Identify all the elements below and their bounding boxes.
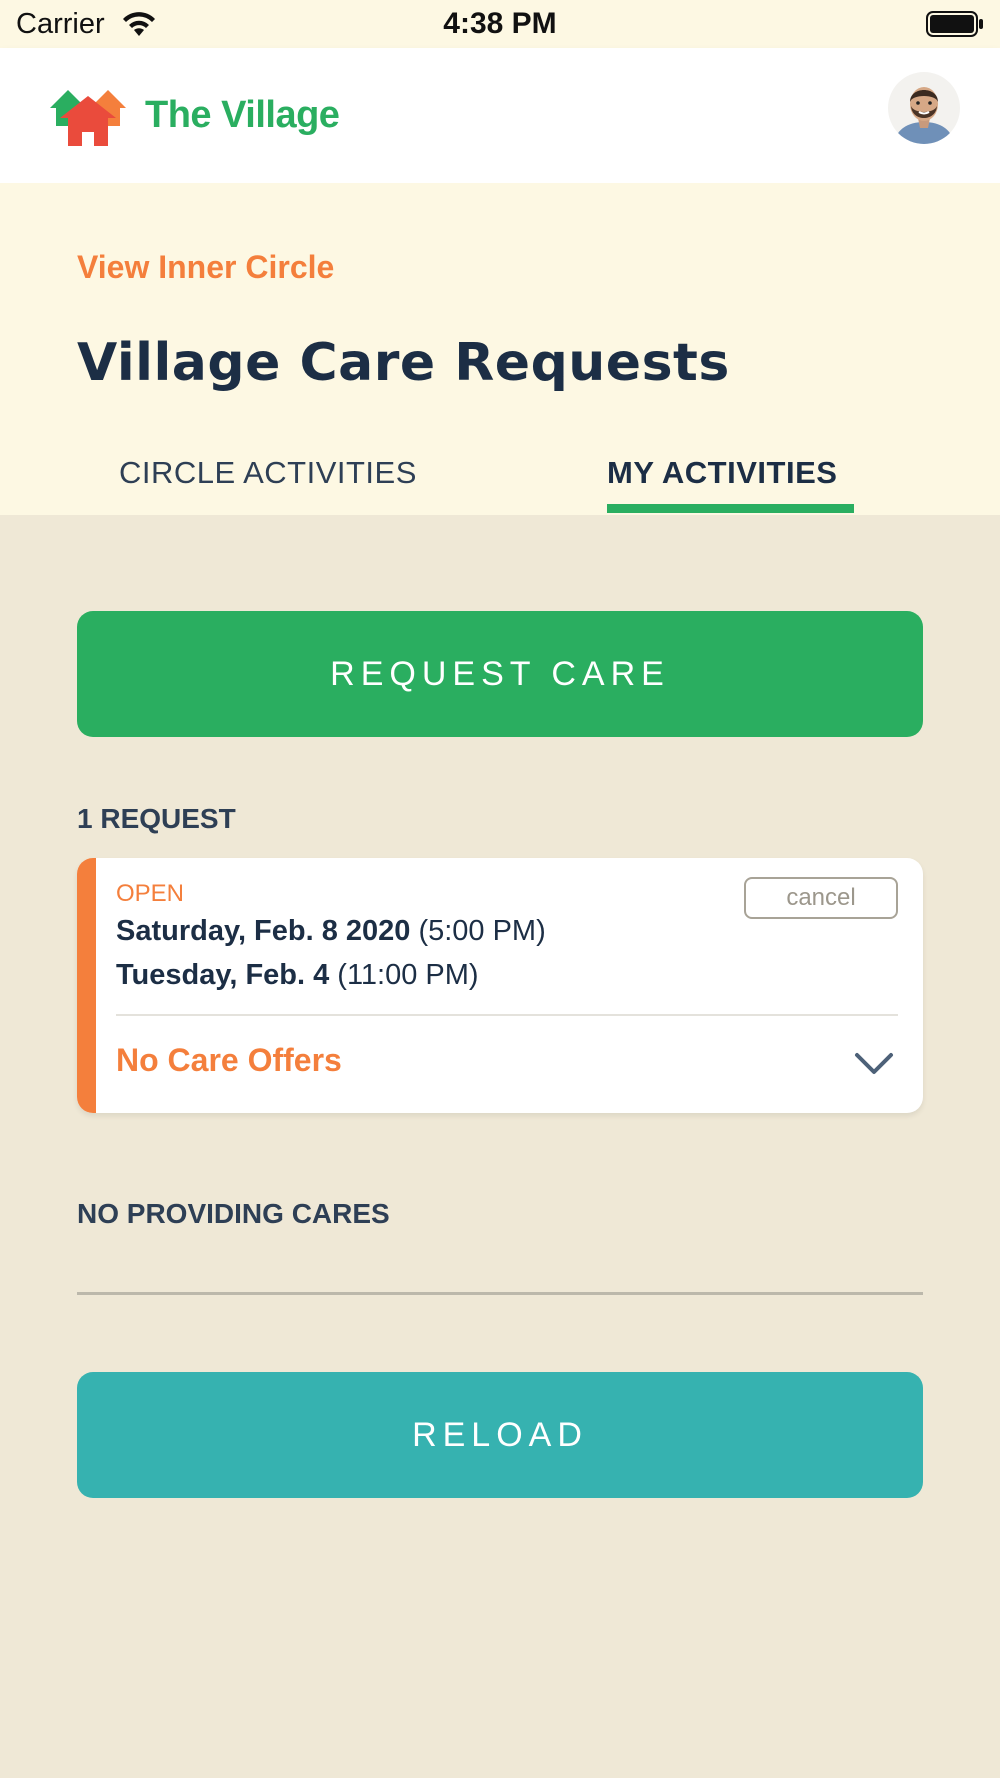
requests-header-section: View Inner Circle Village Care Requests … bbox=[0, 183, 1000, 515]
app-header: The Village bbox=[0, 48, 1000, 183]
request-date-end: Tuesday, Feb. 4 (11:00 PM) bbox=[116, 959, 479, 992]
status-badge: OPEN bbox=[116, 880, 185, 907]
clock: 4:38 PM bbox=[443, 7, 557, 40]
tab-circle-activities[interactable]: CIRCLE ACTIVITIES bbox=[119, 455, 417, 491]
user-avatar[interactable] bbox=[888, 72, 960, 144]
active-tab-indicator bbox=[607, 504, 854, 513]
view-inner-circle-link[interactable]: View Inner Circle bbox=[77, 249, 334, 286]
start-date: Saturday, Feb. 8 2020 bbox=[116, 915, 411, 947]
start-time: (5:00 PM) bbox=[418, 915, 546, 947]
card-divider bbox=[116, 1014, 898, 1016]
village-houses-logo-icon[interactable] bbox=[50, 88, 126, 146]
battery-icon bbox=[926, 11, 983, 37]
chevron-down-icon[interactable] bbox=[854, 1051, 894, 1077]
end-time: (11:00 PM) bbox=[337, 959, 479, 991]
section-divider bbox=[77, 1292, 923, 1295]
status-bar: Carrier 4:38 PM bbox=[0, 0, 1000, 48]
request-card[interactable]: OPEN cancel Saturday, Feb. 8 2020 (5:00 P… bbox=[77, 858, 923, 1113]
providing-cares-label: NO PROVIDING CARES bbox=[77, 1198, 390, 1229]
app-title: The Village bbox=[145, 94, 340, 136]
reload-button[interactable]: RELOAD bbox=[77, 1372, 923, 1498]
page-title: Village Care Requests bbox=[77, 333, 730, 393]
cancel-button[interactable]: cancel bbox=[744, 877, 898, 919]
request-care-button[interactable]: REQUEST CARE bbox=[77, 611, 923, 737]
end-date: Tuesday, Feb. 4 bbox=[116, 959, 330, 991]
request-count-label: 1 REQUEST bbox=[77, 803, 236, 834]
care-offers-label: No Care Offers bbox=[116, 1042, 342, 1078]
request-date-start: Saturday, Feb. 8 2020 (5:00 PM) bbox=[116, 915, 546, 948]
avatar-icon bbox=[888, 72, 960, 144]
tab-my-activities[interactable]: MY ACTIVITIES bbox=[607, 455, 837, 491]
status-accent-bar bbox=[77, 858, 96, 1113]
